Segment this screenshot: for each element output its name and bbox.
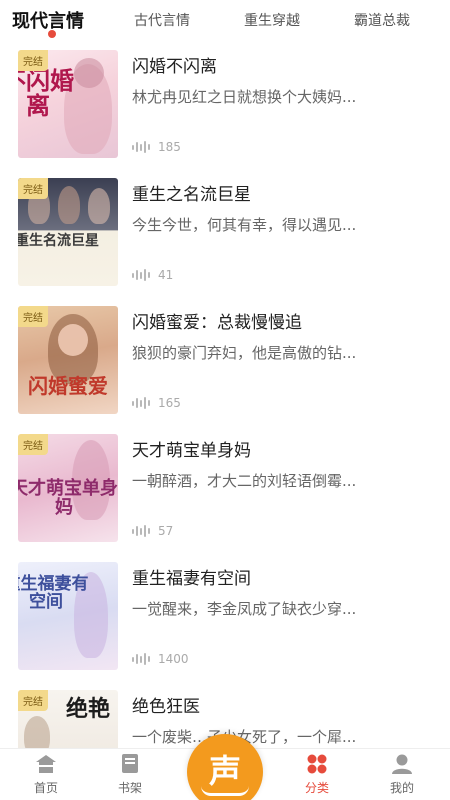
completed-badge: 完结 [18,434,48,455]
cover-title: 闪婚蜜爱 [28,374,108,398]
book-description: 林尤冉见红之日就想换个大姨妈... [132,88,357,106]
book-cover[interactable]: 重生福妻有空间 [18,562,118,670]
audio-wave-icon [132,653,150,665]
play-count: 165 [132,396,181,410]
book-title[interactable]: 天才萌宝单身妈 [132,436,251,461]
nav-mine[interactable]: 我的 [372,753,432,796]
book-title[interactable]: 重生之名流巨星 [132,180,251,205]
book-cover[interactable]: 闪婚蜜爱 完结 [18,306,118,414]
bookshelf-icon [118,753,142,775]
book-cover[interactable]: 绝艳 完结 [18,690,118,748]
cover-figure [88,188,110,224]
active-tab-indicator [48,30,56,38]
audio-center-button[interactable]: 声 [187,734,263,800]
completed-badge: 完结 [18,690,48,711]
nav-home-label: 首页 [33,781,58,795]
tab-rebirth-time-travel[interactable]: 重生穿越 [244,10,300,30]
play-count: 185 [132,140,181,154]
cover-title: 重生福妻有空间 [18,574,89,612]
play-count-value: 41 [158,268,174,282]
book-row[interactable]: 重生福妻有空间 重生福妻有空间 一觉醒来，李金凤成了缺衣少穿... 1400 [0,556,450,684]
play-count-value: 57 [158,524,174,538]
nav-bookshelf[interactable]: 书架 [100,753,160,796]
book-description: 今生今世，何其有幸，得以遇见... [132,216,357,234]
play-count-value: 165 [158,396,181,410]
completed-badge: 完结 [18,306,48,327]
book-row[interactable]: 重生名流巨星 完结 重生之名流巨星 今生今世，何其有幸，得以遇见... 41 [0,172,450,300]
play-count-value: 1400 [158,652,189,666]
book-cover[interactable]: 重生名流巨星 完结 [18,178,118,286]
book-row[interactable]: 天才萌宝单身妈 完结 天才萌宝单身妈 一朝醉酒，才大二的刘轻语倒霉... 57 [0,428,450,556]
audio-wave-icon [132,397,150,409]
play-count: 57 [132,524,173,538]
cover-figure [24,716,50,748]
book-cover[interactable]: 不闪婚离 完结 [18,50,118,158]
play-count-value: 185 [158,140,181,154]
tab-domineering-ceo[interactable]: 霸道总裁 [354,10,410,30]
audio-wave-icon [132,525,150,537]
cover-title: 不闪婚离 [18,66,74,121]
completed-badge: 完结 [18,50,48,71]
play-count: 1400 [132,652,189,666]
nav-bookshelf-label: 书架 [117,781,142,795]
book-title[interactable]: 闪婚蜜爱：总裁慢慢追 [132,308,302,333]
audio-wave-icon [132,141,150,153]
cover-title: 绝艳 [65,696,110,722]
book-list: 不闪婚离 完结 闪婚不闪离 林尤冉见红之日就想换个大姨妈... 185 重生名流… [0,44,450,748]
cover-figure-head [74,58,104,88]
category-grid-icon [305,753,329,775]
user-icon [390,753,414,775]
cover-figure-face [58,324,88,356]
play-count: 41 [132,268,173,282]
book-description: 狼狈的豪门弃妇，他是高傲的钻... [132,344,357,362]
open-book-icon [201,786,249,796]
cover-title: 天才萌宝单身妈 [18,478,118,518]
book-description: 一个废柴…子少女死了，一个犀... [132,728,357,746]
audio-wave-icon [132,269,150,281]
book-row[interactable]: 闪婚蜜爱 完结 闪婚蜜爱：总裁慢慢追 狼狈的豪门弃妇，他是高傲的钻... 165 [0,300,450,428]
book-title[interactable]: 闪婚不闪离 [132,52,217,77]
tab-modern-romance[interactable]: 现代言情 [12,7,84,33]
category-tabs: 现代言情 古代言情 重生穿越 霸道总裁 [0,0,450,44]
nav-category-label: 分类 [304,781,329,795]
book-description: 一朝醉酒，才大二的刘轻语倒霉... [132,472,357,490]
completed-badge: 完结 [18,178,48,199]
book-cover[interactable]: 天才萌宝单身妈 完结 [18,434,118,542]
book-title[interactable]: 重生福妻有空间 [132,564,251,589]
book-row[interactable]: 不闪婚离 完结 闪婚不闪离 林尤冉见红之日就想换个大姨妈... 185 [0,44,450,172]
cover-title: 重生名流巨星 [18,233,99,249]
home-icon [34,753,58,775]
cover-figure [58,186,80,224]
nav-category[interactable]: 分类 [287,753,347,796]
book-description: 一觉醒来，李金凤成了缺衣少穿... [132,600,357,618]
book-title[interactable]: 绝色狂医 [132,692,200,717]
nav-mine-label: 我的 [389,781,414,795]
nav-home[interactable]: 首页 [16,753,76,796]
tab-ancient-romance[interactable]: 古代言情 [134,10,190,30]
